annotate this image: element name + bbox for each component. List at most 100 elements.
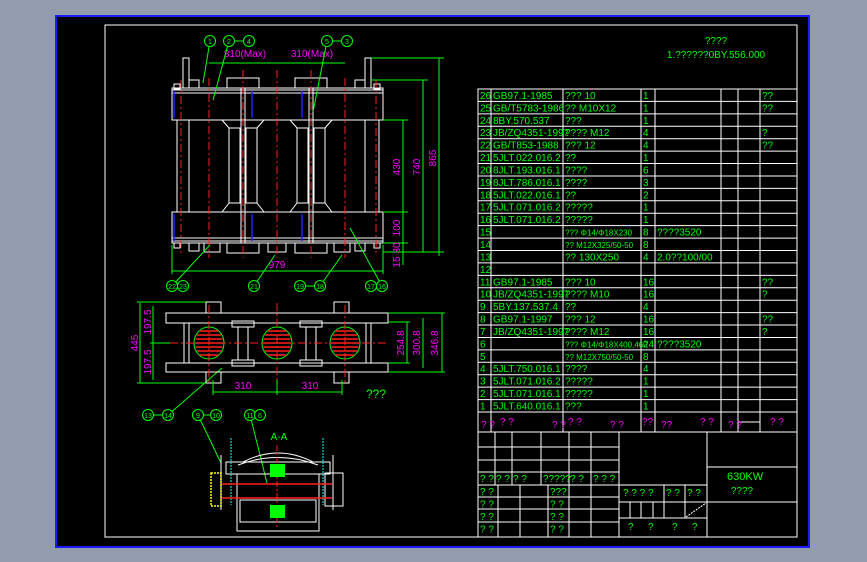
part-code: GB97.1-1997: [493, 315, 553, 326]
balloon-label: 14: [164, 413, 172, 420]
role-label: ? ?: [480, 525, 494, 536]
dim-254: 254.8: [396, 330, 407, 355]
dim-15: 15: [392, 256, 403, 268]
part-code: JB/ZQ4351-1997: [493, 128, 570, 139]
part-qty: 1: [643, 402, 649, 413]
part-code: 5JLT.022.016.2: [493, 153, 561, 164]
cad-drawing: ???? 1.??????0BY.556.000 310(Max) 310(Ma…: [104, 24, 798, 538]
part-code: JB/ZQ4351-1997: [493, 327, 570, 338]
part-name: ?????: [565, 377, 593, 388]
part-name: ??? Φ14/Φ18X230: [565, 229, 633, 238]
drawing-heading: ????: [705, 36, 728, 47]
part-number: 24: [480, 116, 492, 127]
sign-label: ? ?: [480, 474, 494, 485]
part-qty: 8: [643, 352, 649, 363]
part-number: 12: [480, 265, 492, 276]
part-note: ??: [762, 91, 774, 102]
stage-label: ? ? ? ?: [623, 488, 654, 499]
part-note: ?: [762, 128, 768, 139]
part-name: ???: [565, 116, 582, 127]
parts-header-label: ? ?: [500, 417, 514, 428]
part-qty: 1: [643, 389, 649, 400]
dim-346: 346.8: [430, 330, 441, 355]
part-name: ??? 12: [565, 315, 596, 326]
part-qty: 1: [643, 103, 649, 114]
part-note: ??: [762, 315, 774, 326]
balloon-label: 21: [250, 284, 258, 291]
part-qty: 6: [643, 165, 649, 176]
dim-30: 30: [392, 242, 403, 254]
balloon-leader: [197, 414, 222, 464]
part-number: 17: [480, 203, 492, 214]
role-label-2: ? ?: [550, 500, 564, 511]
part-qty: 16: [643, 327, 655, 338]
part-name: ??? 10: [565, 277, 596, 288]
part-name: ??: [565, 153, 577, 164]
part-name: ???? M12: [565, 128, 610, 139]
dim-197-bottom: 197.5: [143, 349, 154, 374]
part-qty: 3: [643, 178, 649, 189]
part-name: ????: [565, 364, 588, 375]
part-code: 5JLT.750.016.1: [493, 364, 561, 375]
part-code: 5JLT.071.016.2: [493, 215, 561, 226]
part-name: ??? 10: [565, 91, 596, 102]
stage-label: ? ?: [666, 488, 680, 499]
part-name: ?????: [565, 203, 593, 214]
part-number: 18: [480, 190, 492, 201]
part-material: ????3520: [657, 228, 702, 239]
sheet-label: ?: [628, 522, 634, 533]
sign-label: ? ?: [570, 474, 584, 485]
part-code: GB/T5783-1986: [493, 103, 565, 114]
parts-header-label: ??: [661, 420, 673, 431]
parts-header-label: ? ?: [700, 417, 714, 428]
balloon-label: 11: [246, 413, 253, 420]
parts-header-label: ? ?: [568, 417, 582, 428]
parts-header-label: ? ?: [481, 420, 495, 431]
part-qty: 24: [643, 339, 655, 350]
balloon-label: 4: [247, 39, 251, 46]
part-qty: 1: [643, 203, 649, 214]
dim-300: 300.8: [412, 330, 423, 355]
part-number: 15: [480, 228, 492, 239]
balloon-label: 23: [179, 284, 187, 291]
dim-430: 430: [392, 158, 403, 175]
role-label: ? ?: [480, 500, 494, 511]
part-qty: 16: [643, 277, 655, 288]
centerlines: [180, 70, 377, 258]
product-rating: 630KW: [727, 471, 764, 483]
part-note: ??: [762, 141, 774, 152]
part-name: ????: [565, 165, 588, 176]
part-number: 7: [480, 327, 486, 338]
part-number: 4: [480, 364, 486, 375]
part-number: 9: [480, 302, 486, 313]
balloon-label: 18: [316, 284, 324, 291]
part-qty: 4: [643, 141, 649, 152]
dim-pitch-right: 310: [302, 381, 319, 392]
part-code: GB97.1-1985: [493, 91, 553, 102]
section-label: A-A: [271, 432, 288, 443]
part-qty: 1: [643, 215, 649, 226]
part-qty: 1: [643, 377, 649, 388]
part-qty: 8: [643, 228, 649, 239]
balloon-label: 10: [212, 413, 220, 420]
balloon-label: 6: [258, 413, 262, 420]
part-number: 11: [480, 277, 491, 288]
part-material: ????3520: [657, 339, 702, 350]
part-code: 8BY.570.537: [493, 116, 550, 127]
parts-header-label: ??: [642, 417, 654, 428]
part-code: 5JLT.071.016.1: [493, 389, 561, 400]
part-note: ?: [762, 327, 768, 338]
part-name: ??? Φ14/Φ18X400,460: [565, 340, 648, 349]
dim-740: 740: [412, 158, 423, 175]
dim-pitch-left: 310: [235, 381, 252, 392]
balloon-label: 5: [325, 39, 329, 46]
balloon-leader: [202, 40, 211, 84]
parts-header-label: ? ?: [610, 420, 624, 431]
balloon-label: 3: [345, 39, 349, 46]
part-qty: 4: [643, 302, 649, 313]
part-qty: 4: [643, 364, 649, 375]
part-qty: 1: [643, 116, 649, 127]
part-qty: 1: [643, 91, 649, 102]
balloon-label: 13: [144, 413, 152, 420]
part-material: 2.0??100/00: [657, 252, 713, 263]
